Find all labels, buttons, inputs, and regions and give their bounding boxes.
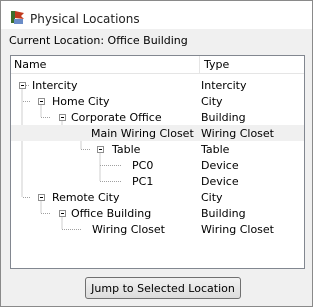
title-bar: Physical Locations: [1, 1, 312, 29]
row-name: PC1: [132, 175, 154, 188]
row-name: Office Building: [71, 207, 152, 220]
tree-row-table[interactable]: Table Table: [11, 141, 304, 157]
tree-row-intercity[interactable]: Intercity Intercity: [11, 77, 304, 93]
tree-row-wiring-closet[interactable]: Wiring Closet Wiring Closet: [11, 221, 304, 237]
row-name: Remote City: [52, 191, 120, 204]
tree-row-home-city[interactable]: Home City City: [11, 93, 304, 109]
row-type: Device: [201, 175, 239, 188]
physical-locations-window: Physical Locations Current Location: Off…: [0, 0, 313, 307]
jump-to-selected-location-button[interactable]: Jump to Selected Location: [85, 277, 241, 299]
row-type: Building: [201, 111, 246, 124]
row-type: Wiring Closet: [201, 223, 274, 236]
tree-row-remote-city[interactable]: Remote City City: [11, 189, 304, 205]
row-name: Table: [112, 143, 141, 156]
row-type: City: [201, 95, 223, 108]
row-name: Home City: [52, 95, 110, 108]
tree-row-corporate-office[interactable]: Corporate Office Building: [11, 109, 304, 125]
row-name: PC0: [132, 159, 154, 172]
tree-row-office-building[interactable]: Office Building Building: [11, 205, 304, 221]
window-title: Physical Locations: [30, 12, 140, 26]
row-type: Device: [201, 159, 239, 172]
tree-row-pc0[interactable]: PC0 Device: [11, 157, 304, 173]
row-type: Intercity: [201, 79, 247, 92]
current-location-label: Current Location: Office Building: [9, 34, 188, 47]
row-type: Building: [201, 207, 246, 220]
row-name: Main Wiring Closet: [91, 127, 194, 140]
locations-tree[interactable]: Name Type Intercity Intercity Home City …: [10, 55, 305, 269]
tree-row-main-wiring-closet[interactable]: Main Wiring Closet Wiring Closet: [11, 125, 304, 141]
row-name: Corporate Office: [71, 111, 162, 124]
row-name: Wiring Closet: [92, 223, 165, 236]
network-location-icon: [10, 9, 26, 25]
row-type: Table: [201, 143, 230, 156]
tree-row-pc1[interactable]: PC1 Device: [11, 173, 304, 189]
row-type: Wiring Closet: [201, 127, 274, 140]
row-name: Intercity: [32, 79, 78, 92]
row-type: City: [201, 191, 223, 204]
